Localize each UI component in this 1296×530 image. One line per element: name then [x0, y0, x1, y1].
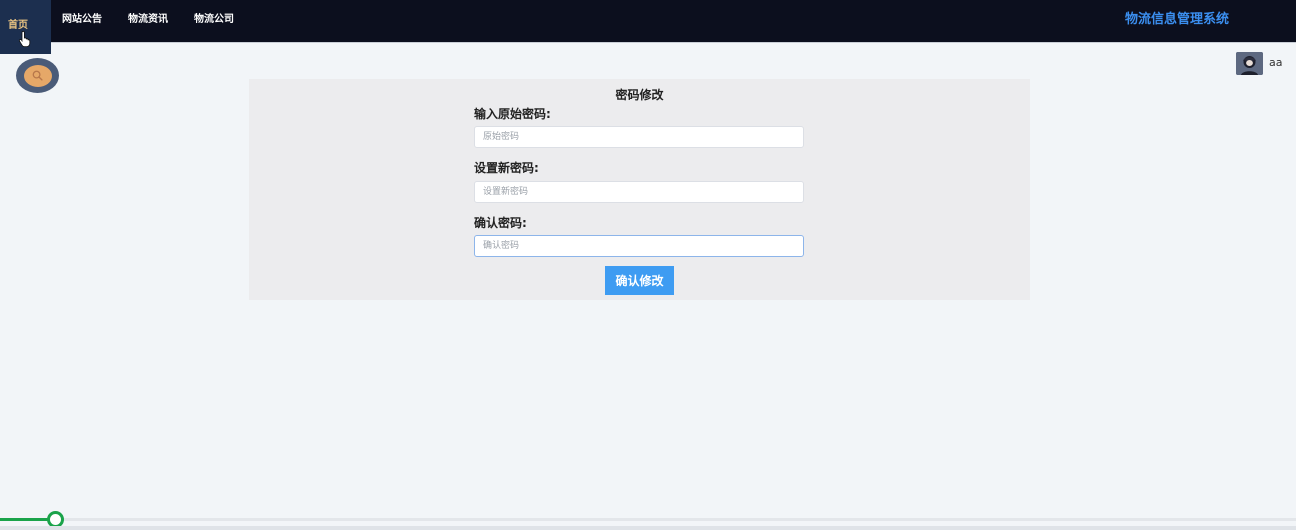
- pointer-hand-icon: [19, 31, 31, 47]
- confirm-password-label: 确认密码:: [474, 216, 527, 230]
- nav-logistics-companies[interactable]: 物流公司: [194, 0, 234, 43]
- old-password-label: 输入原始密码:: [474, 107, 551, 121]
- nav-announcements[interactable]: 网站公告: [62, 0, 102, 43]
- top-navbar: 首页 网站公告 物流资讯 物流公司 物流信息管理系统: [0, 0, 1296, 54]
- avatar[interactable]: [1236, 52, 1263, 75]
- confirm-password-input[interactable]: [474, 235, 804, 257]
- username[interactable]: aa: [1269, 56, 1282, 69]
- bottom-edge: [0, 526, 1296, 530]
- slider-track[interactable]: [0, 518, 1296, 521]
- password-change-panel: 密码修改 输入原始密码: 设置新密码: 确认密码: 确认修改: [249, 79, 1030, 300]
- nav-logistics-news[interactable]: 物流资讯: [128, 0, 168, 43]
- new-password-input[interactable]: [474, 181, 804, 203]
- confirm-change-button[interactable]: 确认修改: [605, 266, 674, 295]
- new-password-label: 设置新密码:: [474, 161, 539, 175]
- page-title: 密码修改: [615, 88, 664, 102]
- old-password-input[interactable]: [474, 126, 804, 148]
- site-brand: 物流信息管理系统: [1124, 12, 1229, 27]
- search-button[interactable]: [16, 58, 59, 93]
- search-icon: [23, 64, 52, 87]
